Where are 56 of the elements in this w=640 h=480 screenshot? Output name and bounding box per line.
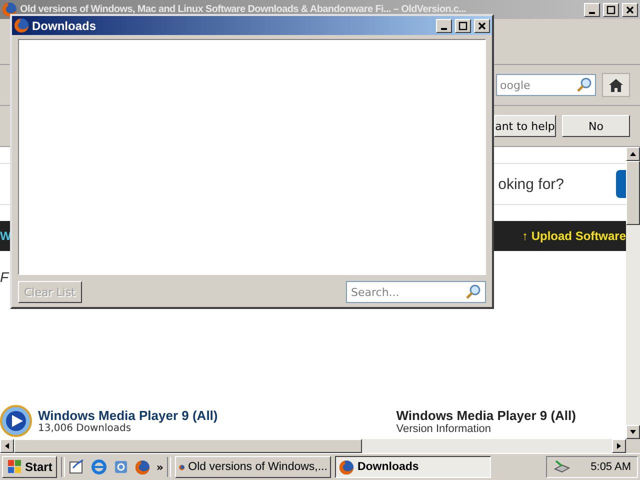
home-icon xyxy=(609,78,623,92)
taskbar-button[interactable]: Downloads xyxy=(335,456,492,478)
more-button[interactable]: » xyxy=(156,460,164,474)
scroll-down-button[interactable] xyxy=(626,425,640,439)
upload-link[interactable]: ↑ Upload Software xyxy=(522,229,626,243)
maximize-icon xyxy=(606,4,616,14)
home-button[interactable] xyxy=(602,73,630,97)
search-field[interactable]: oogle xyxy=(496,74,596,96)
browser-icon xyxy=(14,18,29,33)
program-heading: Windows Media Player 9 (All) xyxy=(396,408,576,422)
search-icon xyxy=(576,77,592,93)
search-icon xyxy=(465,284,481,300)
window-title: Downloads xyxy=(32,18,98,32)
horizontal-scrollbar[interactable] xyxy=(0,439,626,453)
program-subtitle: Version Information xyxy=(396,422,492,434)
maximize-icon xyxy=(458,20,468,30)
network-icon[interactable] xyxy=(553,459,571,475)
desktop-icon[interactable] xyxy=(69,459,86,475)
taskbar-button[interactable]: Old versions of Windows,... xyxy=(175,456,332,478)
minimize-button[interactable] xyxy=(584,2,600,16)
sync-icon[interactable] xyxy=(113,459,130,475)
browser-icon xyxy=(339,460,354,474)
scroll-up-button[interactable] xyxy=(626,147,640,161)
left-arrow-icon xyxy=(3,442,11,450)
search-field[interactable]: Search... xyxy=(346,281,486,303)
scroll-right-button[interactable] xyxy=(612,439,626,453)
notification-button[interactable]: No xyxy=(562,115,630,137)
notification-button[interactable]: ant to help xyxy=(494,115,556,137)
search-button[interactable] xyxy=(616,170,626,198)
maximize-button[interactable] xyxy=(603,2,619,16)
globe-e-icon[interactable] xyxy=(91,459,108,475)
download-count: 13,006 Downloads xyxy=(38,423,132,434)
right-arrow-icon xyxy=(615,442,623,450)
minimize-icon xyxy=(441,28,447,30)
search-prompt: oking for? xyxy=(498,176,564,192)
scroll-thumb[interactable] xyxy=(14,439,362,453)
close-button[interactable] xyxy=(622,2,638,16)
minimize-icon xyxy=(589,12,595,14)
clock: 5:05 AM xyxy=(590,461,631,473)
close-icon xyxy=(625,4,635,14)
scroll-left-button[interactable] xyxy=(0,439,14,453)
down-arrow-icon xyxy=(629,428,637,436)
page-text: F xyxy=(0,269,10,285)
browser-icon xyxy=(135,460,150,474)
vertical-scrollbar[interactable] xyxy=(626,147,640,439)
maximize-button[interactable] xyxy=(455,18,471,32)
window-title: Old versions of Windows, Mac and Linux Software Downloads & Abandonware Fi... – OldVersion.c... xyxy=(20,4,468,15)
browser-icon xyxy=(2,2,17,17)
scroll-thumb[interactable] xyxy=(626,161,640,225)
minimize-button[interactable] xyxy=(436,18,452,32)
up-arrow-icon xyxy=(629,150,637,158)
close-icon xyxy=(477,20,487,30)
windows-flag-icon xyxy=(7,460,23,474)
start-button[interactable]: Start xyxy=(2,456,58,478)
program-link[interactable]: Windows Media Player 9 (All) xyxy=(38,408,218,423)
close-button[interactable] xyxy=(474,18,490,32)
